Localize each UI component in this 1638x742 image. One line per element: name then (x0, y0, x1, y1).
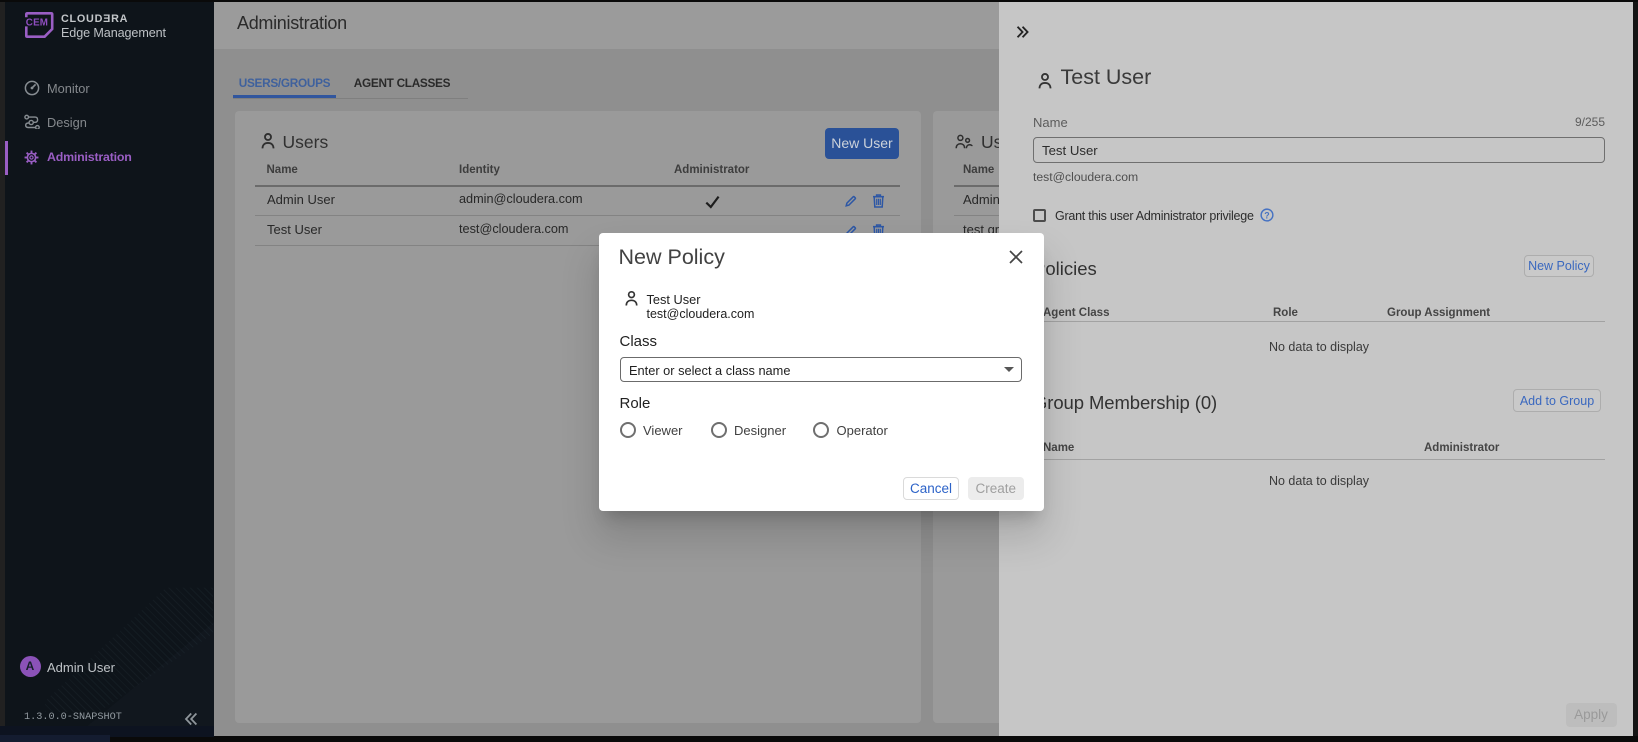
svg-text:CEM: CEM (26, 17, 48, 28)
svg-text:?: ? (1264, 210, 1269, 220)
